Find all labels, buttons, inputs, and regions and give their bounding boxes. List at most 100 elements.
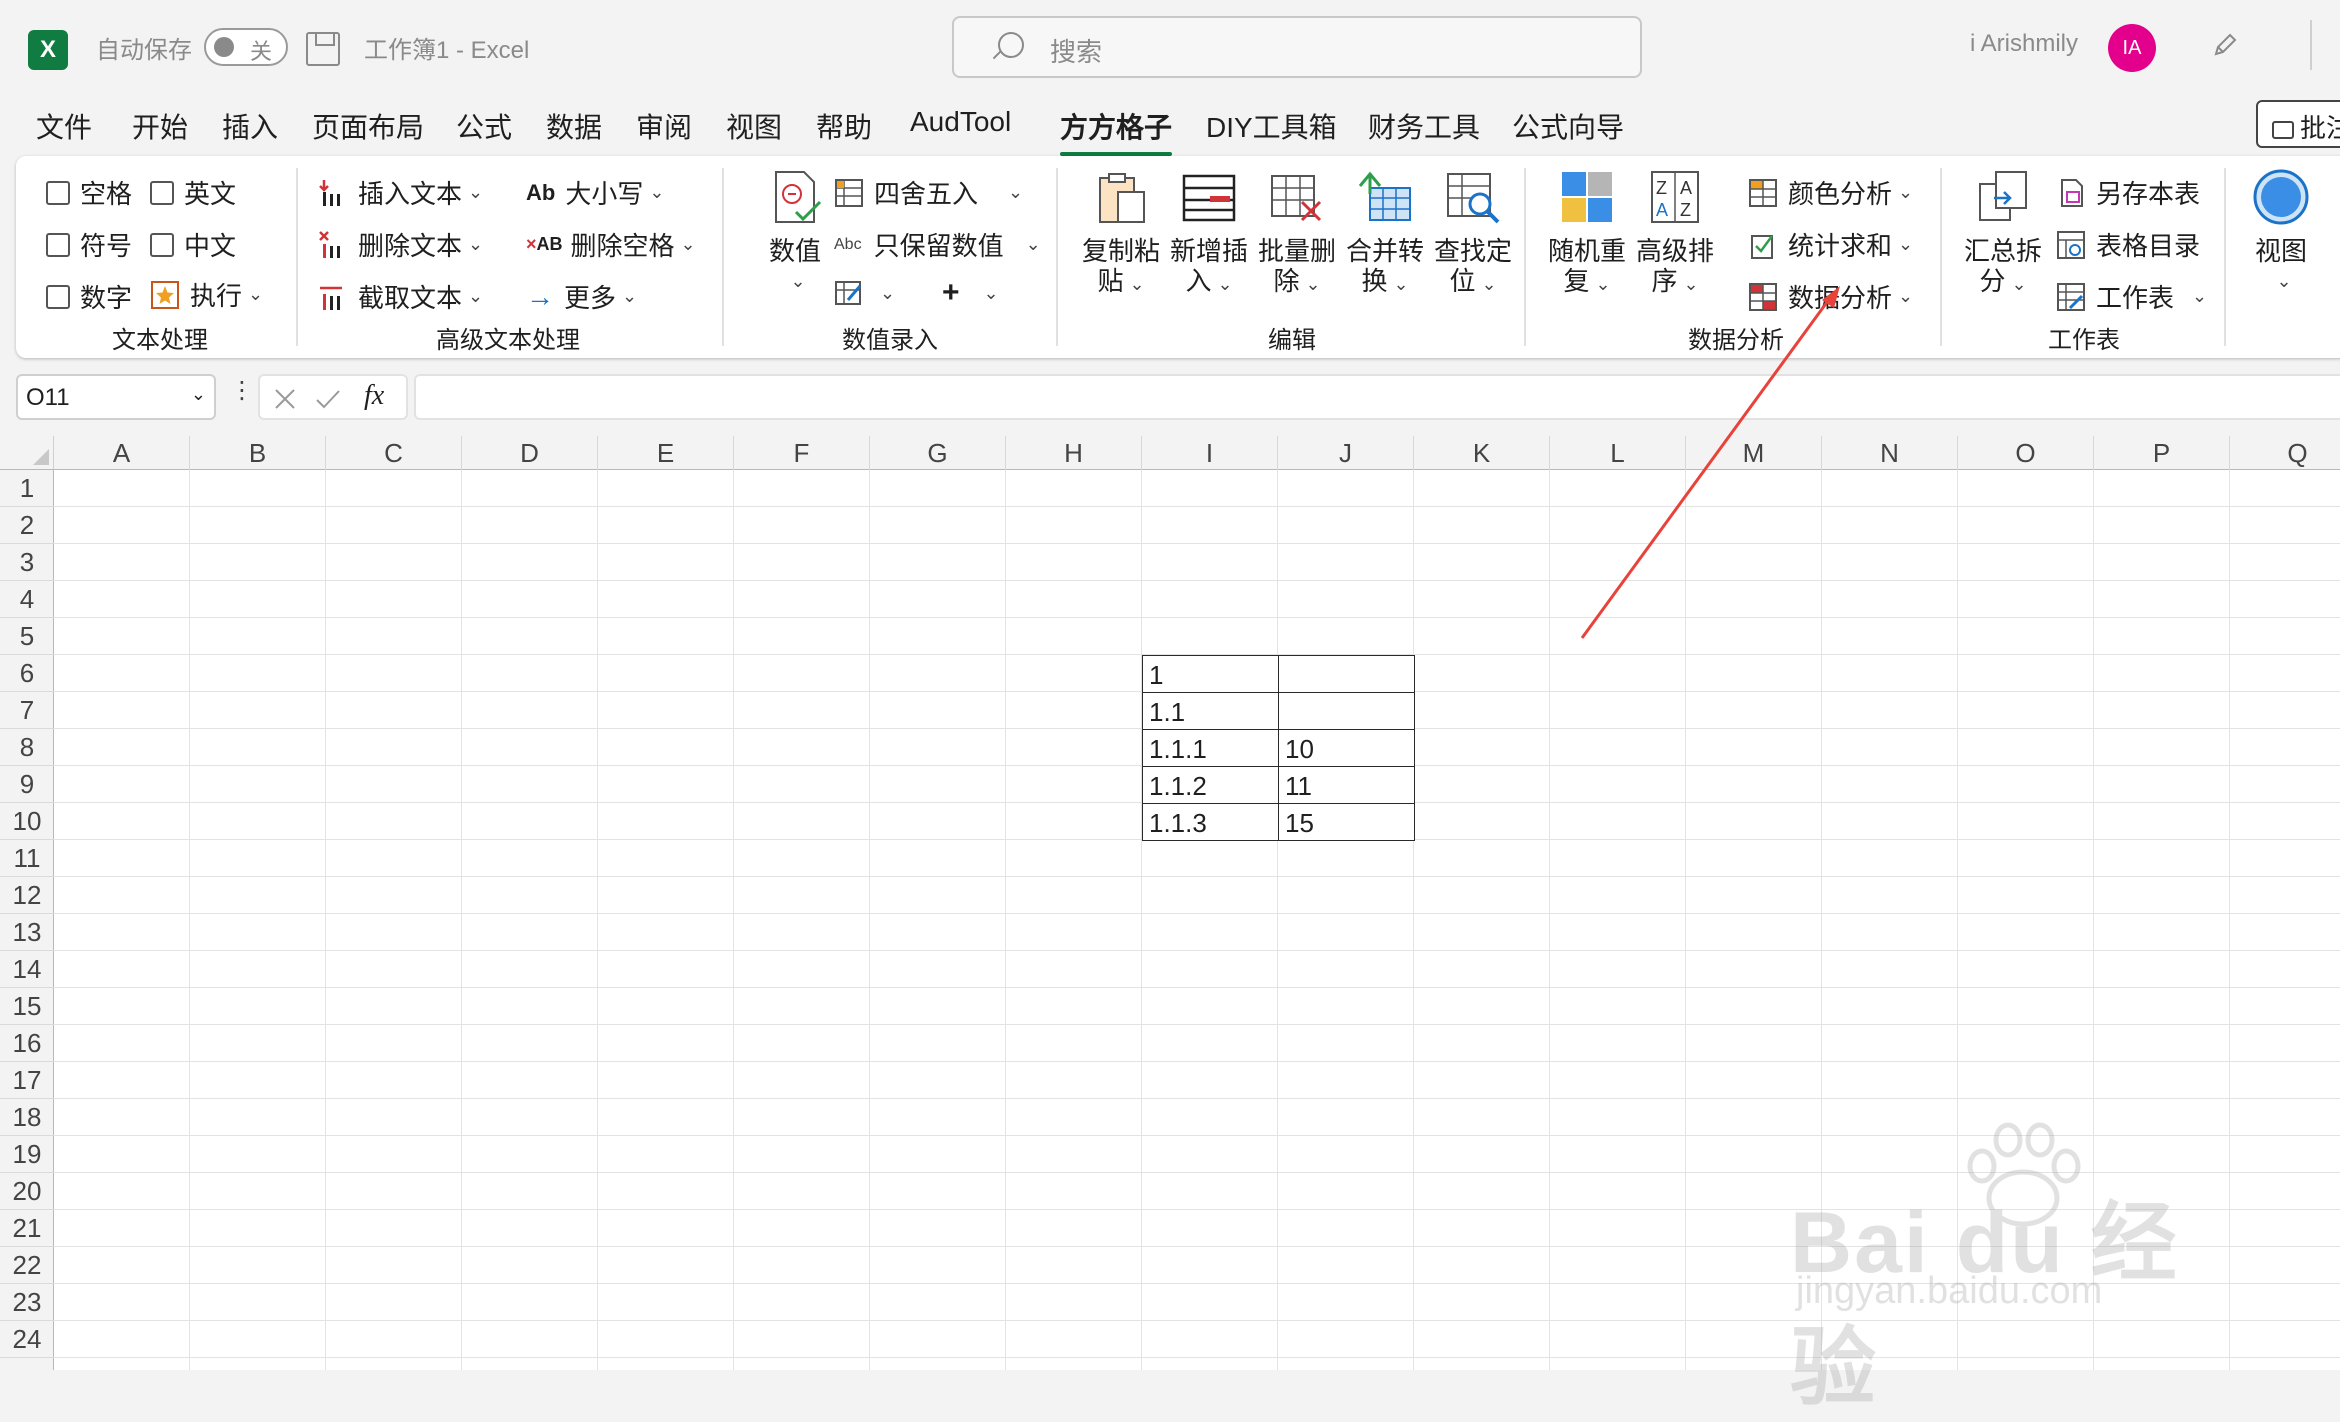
row-header-22[interactable]: 22 xyxy=(0,1247,54,1284)
row-header-11[interactable]: 11 xyxy=(0,840,54,877)
select-all-corner[interactable] xyxy=(0,436,54,470)
round-button[interactable]: 四舍五入 ⌄ xyxy=(834,174,1023,211)
checkbox-english[interactable]: 英文 xyxy=(150,174,236,211)
row-header-8[interactable]: 8 xyxy=(0,729,54,766)
column-header-k[interactable]: K xyxy=(1414,436,1550,470)
column-header-b[interactable]: B xyxy=(190,436,326,470)
checkbox-symbol[interactable]: 符号 xyxy=(46,226,132,263)
summarize-split-button[interactable]: 汇总拆 分 ⌄ xyxy=(1960,168,2046,299)
column-header-c[interactable]: C xyxy=(326,436,462,470)
tab-finance-tools[interactable]: 财务工具 xyxy=(1368,106,1480,146)
row-header-4[interactable]: 4 xyxy=(0,581,54,618)
tab-file[interactable]: 文件 xyxy=(36,106,92,146)
column-header-g[interactable]: G xyxy=(870,436,1006,470)
cancel-icon[interactable] xyxy=(272,386,298,412)
comments-button[interactable]: 批注 xyxy=(2256,100,2340,148)
execute-button[interactable]: 执行 ⌄ xyxy=(150,276,263,313)
search-box[interactable]: 搜索 xyxy=(952,16,1642,78)
merge-convert-button[interactable]: 合并转 换 ⌄ xyxy=(1342,168,1428,299)
column-header-i[interactable]: I xyxy=(1142,436,1278,470)
column-header-a[interactable]: A xyxy=(54,436,190,470)
tab-insert[interactable]: 插入 xyxy=(222,106,278,146)
table-cell[interactable]: 11 xyxy=(1278,766,1415,804)
tab-home[interactable]: 开始 xyxy=(132,106,188,146)
tab-data[interactable]: 数据 xyxy=(546,106,602,146)
tab-fangfanggezi[interactable]: 方方格子 xyxy=(1060,106,1173,156)
row-header-24[interactable]: 24 xyxy=(0,1321,54,1358)
table-cell[interactable]: 10 xyxy=(1278,729,1415,767)
column-header-h[interactable]: H xyxy=(1006,436,1142,470)
data-analysis-button[interactable]: 数据分析 ⌄ xyxy=(1748,278,1913,315)
find-locate-button[interactable]: 查找定 位 ⌄ xyxy=(1430,168,1516,299)
numeric-button[interactable]: 数值 ⌄ xyxy=(752,168,838,296)
user-name[interactable]: i Arishmily xyxy=(1970,30,2078,58)
row-header-14[interactable]: 14 xyxy=(0,951,54,988)
tab-help[interactable]: 帮助 xyxy=(816,106,872,146)
table-cell[interactable]: 1.1.3 xyxy=(1142,803,1279,841)
designer-pen-icon[interactable] xyxy=(2210,30,2240,60)
row-header-12[interactable]: 12 xyxy=(0,877,54,914)
column-header-o[interactable]: O xyxy=(1958,436,2094,470)
row-header-5[interactable]: 5 xyxy=(0,618,54,655)
insert-text-button[interactable]: 插入文本 ⌄ xyxy=(318,174,483,211)
table-cell[interactable] xyxy=(1278,692,1415,730)
table-cell[interactable]: 1.1.2 xyxy=(1142,766,1279,804)
copy-paste-button[interactable]: 复制粘 贴 ⌄ xyxy=(1078,168,1164,299)
column-header-m[interactable]: M xyxy=(1686,436,1822,470)
table-toc-button[interactable]: 表格目录 xyxy=(2056,226,2200,263)
extract-text-button[interactable]: 截取文本 ⌄ xyxy=(318,278,483,315)
row-header-1[interactable]: 1 xyxy=(0,470,54,507)
row-header-2[interactable]: 2 xyxy=(0,507,54,544)
row-header-17[interactable]: 17 xyxy=(0,1062,54,1099)
checkbox-number[interactable]: 数字 xyxy=(46,278,132,315)
autosave-toggle[interactable]: 关 xyxy=(204,28,288,66)
row-header-19[interactable]: 19 xyxy=(0,1136,54,1173)
stat-sum-button[interactable]: 统计求和 ⌄ xyxy=(1748,226,1913,263)
tab-formulas[interactable]: 公式 xyxy=(456,106,512,146)
row-header-10[interactable]: 10 xyxy=(0,803,54,840)
table-cell[interactable] xyxy=(1278,655,1415,693)
worksheet-button[interactable]: 工作表 ⌄ xyxy=(2056,278,2207,315)
add-insert-button[interactable]: 新增插 入 ⌄ xyxy=(1166,168,1252,299)
save-icon[interactable] xyxy=(306,32,340,66)
column-header-e[interactable]: E xyxy=(598,436,734,470)
add-button[interactable]: + ⌄ xyxy=(942,276,999,310)
table-cell[interactable]: 1.1.1 xyxy=(1142,729,1279,767)
save-sheet-button[interactable]: 另存本表 xyxy=(2056,174,2200,211)
delete-spaces-button[interactable]: ×AB 删除空格 ⌄ xyxy=(526,226,696,263)
tab-page-layout[interactable]: 页面布局 xyxy=(312,106,424,146)
batch-delete-button[interactable]: 批量删 除 ⌄ xyxy=(1254,168,1340,299)
row-header-16[interactable]: 16 xyxy=(0,1025,54,1062)
formula-input[interactable] xyxy=(414,374,2340,420)
tab-diy-toolbox[interactable]: DIY工具箱 xyxy=(1206,106,1337,146)
column-header-j[interactable]: J xyxy=(1278,436,1414,470)
table-cell[interactable]: 1.1 xyxy=(1142,692,1279,730)
column-header-f[interactable]: F xyxy=(734,436,870,470)
column-header-n[interactable]: N xyxy=(1822,436,1958,470)
delete-text-button[interactable]: 删除文本 ⌄ xyxy=(318,226,483,263)
more-options-icon[interactable]: ⋮ xyxy=(230,376,254,405)
name-box[interactable]: O11 ⌄ xyxy=(16,374,216,420)
column-header-l[interactable]: L xyxy=(1550,436,1686,470)
row-header-3[interactable]: 3 xyxy=(0,544,54,581)
fill-edit-button[interactable]: ⌄ xyxy=(834,278,895,308)
row-header-23[interactable]: 23 xyxy=(0,1284,54,1321)
row-header-9[interactable]: 9 xyxy=(0,766,54,803)
column-header-d[interactable]: D xyxy=(462,436,598,470)
row-header-15[interactable]: 15 xyxy=(0,988,54,1025)
table-cell[interactable]: 15 xyxy=(1278,803,1415,841)
case-button[interactable]: Ab 大小写 ⌄ xyxy=(526,174,664,211)
column-header-q[interactable]: Q xyxy=(2230,436,2340,470)
row-header-7[interactable]: 7 xyxy=(0,692,54,729)
more-button[interactable]: → 更多 ⌄ xyxy=(526,278,637,315)
tab-formula-wizard[interactable]: 公式向导 xyxy=(1512,106,1624,146)
column-header-p[interactable]: P xyxy=(2094,436,2230,470)
fx-icon[interactable]: fx xyxy=(364,380,384,412)
checkbox-chinese[interactable]: 中文 xyxy=(150,226,236,263)
view-button[interactable]: 视图 ⌄ xyxy=(2238,168,2324,296)
enter-check-icon[interactable] xyxy=(314,386,342,412)
table-cell[interactable]: 1 xyxy=(1142,655,1279,693)
avatar[interactable]: IA xyxy=(2108,24,2156,72)
tab-review[interactable]: 审阅 xyxy=(636,106,692,146)
keep-numbers-button[interactable]: Abc 只保留数值 ⌄ xyxy=(834,226,1041,263)
